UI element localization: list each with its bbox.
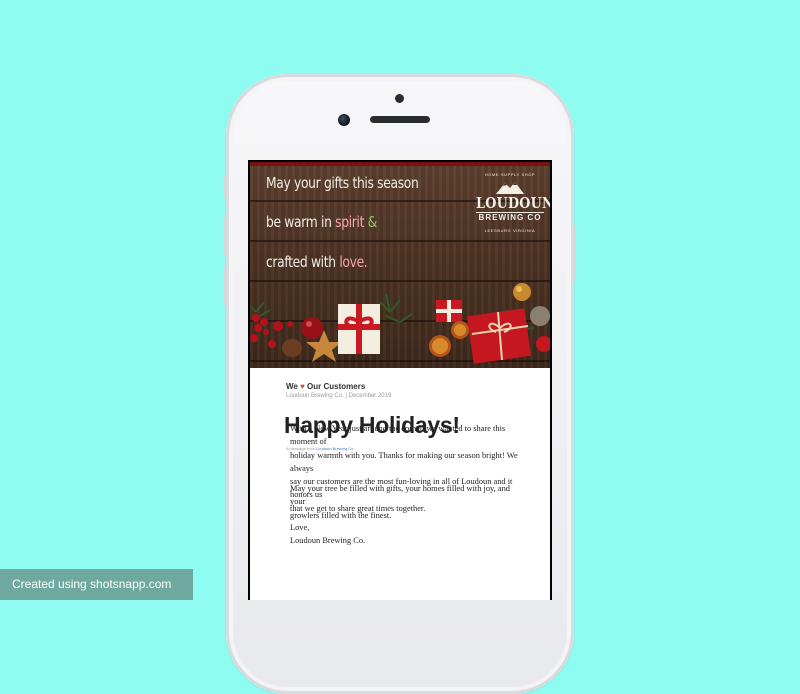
banner-top-bar <box>250 162 550 166</box>
mountain-icon <box>496 182 524 194</box>
banner-ampersand: & <box>364 213 378 231</box>
subheader: Loudoun Brewing Co. | December 2019 <box>286 393 392 399</box>
side-button <box>224 176 227 198</box>
preheader: We ♥ Our Customers <box>286 382 365 391</box>
signoff: Love, <box>290 523 310 532</box>
banner-line-3-prefix: crafted with <box>266 253 340 271</box>
logo-subtitle: BREWING CO <box>478 213 542 222</box>
loudoun-brewing-logo: HOME SUPPLY SHOP LOUDOUN BREWING CO LEES… <box>470 172 550 246</box>
logo-top-text: HOME SUPPLY SHOP <box>484 172 536 177</box>
paragraph-1-line: holiday warmth with you. Thanks for maki… <box>290 450 518 473</box>
banner-line-3: crafted with love. <box>266 253 368 271</box>
banner-spirit-word: spirit <box>335 213 365 231</box>
preheader-before: We <box>286 382 301 391</box>
front-camera <box>338 114 350 126</box>
watermark-text: Created using shotsnapp.com <box>12 577 172 591</box>
earpiece-speaker <box>370 116 430 123</box>
preheader-after: Our Customers <box>304 382 366 391</box>
banner-line-1-text: May your gifts this season <box>266 174 419 192</box>
watermark-badge: Created using shotsnapp.com <box>0 569 193 600</box>
banner-line-1: May your gifts this season <box>266 174 419 192</box>
phone-screen: May your gifts this season be warm in sp… <box>248 160 552 600</box>
power-button <box>573 226 576 282</box>
christmas-decorations-illustration <box>250 283 550 364</box>
logo-name: LOUDOUN <box>476 194 550 212</box>
banner-love-word: love. <box>339 253 368 271</box>
email-content: We ♥ Our Customers Loudoun Brewing Co. |… <box>250 368 550 600</box>
paragraph-2-line: May your tree be filled with gifts, your… <box>290 484 510 507</box>
paragraph-2: May your tree be filled with gifts, your… <box>290 482 526 522</box>
banner-line-2-prefix: be warm in <box>266 213 336 231</box>
paragraph-2-line: growlers filled with the finest. <box>290 510 392 520</box>
email-view[interactable]: May your gifts this season be warm in sp… <box>250 162 550 600</box>
signature: Loudoun Brewing Co. <box>290 536 366 546</box>
paragraph-1-line: With a New Year just around the corner, … <box>290 424 506 447</box>
banner-line-2: be warm in spirit & <box>266 213 377 231</box>
volume-up-button <box>224 216 227 256</box>
volume-down-button <box>224 266 227 306</box>
proximity-sensor <box>395 94 404 103</box>
holiday-banner: May your gifts this season be warm in sp… <box>250 162 550 368</box>
signoff-block: Love, Loudoun Brewing Co. <box>290 521 526 548</box>
logo-bottom-text: LEESBURG VIRGINIA <box>484 228 536 233</box>
